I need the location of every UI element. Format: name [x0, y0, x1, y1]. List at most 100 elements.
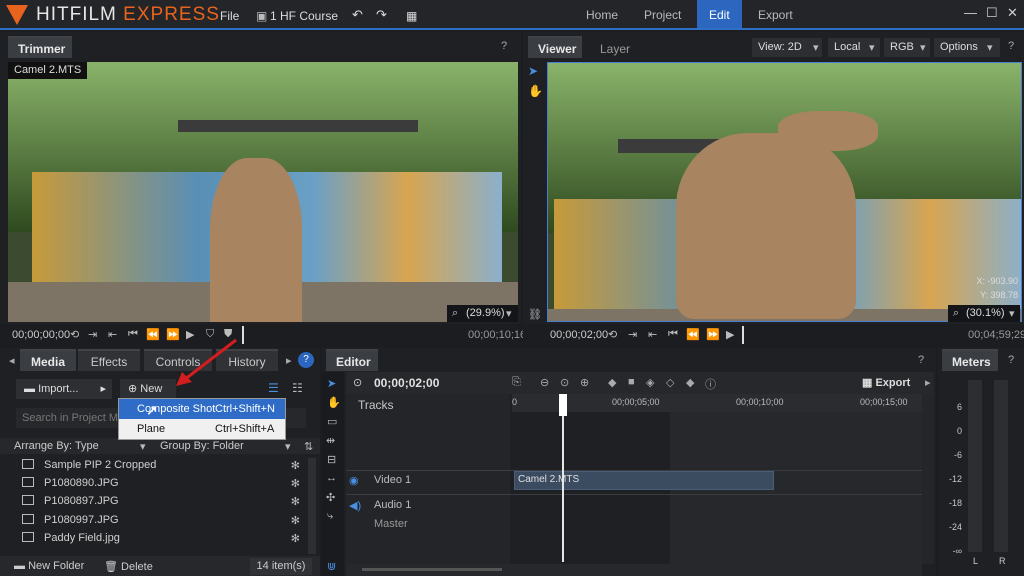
hand-tool-icon[interactable]: ✋	[327, 396, 341, 409]
nav-project[interactable]: Project	[632, 0, 693, 28]
step-forward-icon[interactable]: ⏩	[706, 328, 720, 341]
trimmer-playhead[interactable]	[242, 326, 244, 344]
loop-icon[interactable]: ⟲	[608, 328, 617, 341]
list-item[interactable]: Paddy Field.jpg ✻	[22, 532, 312, 550]
list-view-icon[interactable]: ☰	[268, 381, 279, 395]
go-start-icon[interactable]: ⏮	[668, 328, 678, 341]
hand-tool-icon[interactable]: ✋	[528, 84, 543, 98]
tab-editor[interactable]: Editor	[326, 349, 378, 371]
save-icon[interactable]: ▣	[256, 9, 267, 23]
roll-tool-icon[interactable]: ✣	[326, 491, 335, 504]
gear-icon[interactable]: ✻	[291, 532, 300, 545]
step-back-icon[interactable]: ⏪	[686, 328, 700, 341]
gear-icon[interactable]: ✻	[291, 477, 300, 490]
play-icon[interactable]: ▶	[726, 328, 734, 341]
chevron-right-icon[interactable]: ▸	[925, 376, 931, 389]
gear-icon[interactable]: ✻	[291, 514, 300, 527]
redo-icon[interactable]: ↷	[376, 7, 387, 23]
insert-icon[interactable]: ⇥	[628, 328, 637, 341]
marker-in-icon[interactable]: ◈	[646, 376, 654, 389]
close-icon[interactable]: ✕	[1007, 5, 1018, 21]
nav-edit[interactable]: Edit	[697, 0, 742, 28]
info-icon[interactable]: ⓘ	[705, 376, 716, 392]
marker-all-icon[interactable]: ◆	[686, 376, 694, 389]
minimize-icon[interactable]: —	[964, 5, 977, 20]
rate-tool-icon[interactable]: ⤷	[327, 510, 333, 523]
ripple-tool-icon[interactable]: ↔	[326, 472, 337, 484]
select-tool-icon[interactable]: ➤	[327, 377, 336, 390]
gear-icon[interactable]: ✻	[291, 459, 300, 472]
razor-tool-icon[interactable]: ▭	[327, 415, 337, 428]
chevron-down-icon[interactable]: ▾	[920, 41, 926, 54]
project-name[interactable]: 1 HF Course	[270, 9, 338, 23]
chevron-down-icon[interactable]: ▾	[1009, 307, 1015, 320]
menu-item-plane[interactable]: Plane Ctrl+Shift+A	[119, 419, 285, 439]
insert-icon[interactable]: ⇥	[88, 328, 97, 341]
tab-media[interactable]: Media	[20, 349, 76, 371]
scroll-left-icon[interactable]: ◂	[9, 354, 15, 367]
go-start-icon[interactable]: ⏮	[128, 328, 138, 341]
group-select[interactable]: Group By: Folder	[160, 440, 244, 452]
timeline-playhead[interactable]	[562, 394, 564, 562]
nav-export[interactable]: Export	[746, 0, 805, 28]
key-icon[interactable]: ⊙	[560, 376, 569, 389]
stop-icon[interactable]: ■	[628, 376, 635, 388]
chevron-down-icon[interactable]: ▾	[813, 41, 819, 54]
viewer-zoom[interactable]: (30.1%)	[966, 307, 1005, 319]
list-item[interactable]: P1080897.JPG ✻	[22, 495, 312, 513]
list-item[interactable]: P1080890.JPG ✻	[22, 477, 312, 495]
chevron-down-icon[interactable]: ▾	[987, 41, 993, 54]
nav-home[interactable]: Home	[574, 0, 630, 28]
chevron-down-icon[interactable]: ▾	[869, 41, 875, 54]
marker-icon[interactable]: ◆	[608, 376, 616, 389]
view-select[interactable]: View: 2D	[752, 38, 822, 57]
overlay-icon[interactable]: ⇤	[648, 328, 657, 341]
snap-icon[interactable]: ⋓	[327, 560, 336, 573]
gear-icon[interactable]: ✻	[291, 495, 300, 508]
delete-button[interactable]: 🗑 Delete	[104, 560, 153, 573]
scroll-right-icon[interactable]: ▸	[286, 354, 292, 367]
arrange-select[interactable]: Arrange By: Type	[14, 440, 99, 452]
loop-icon[interactable]: ⟲	[70, 328, 79, 341]
grid-layout-icon[interactable]: ▦	[406, 9, 417, 23]
help-icon[interactable]: ?	[918, 354, 924, 366]
help-icon[interactable]: ?	[501, 40, 507, 52]
export-button[interactable]: ▦ Export	[862, 376, 910, 389]
new-folder-button[interactable]: ▬ New Folder	[14, 560, 84, 572]
next-key-icon[interactable]: ⊕	[580, 376, 589, 389]
chevron-down-icon[interactable]: ▾	[285, 440, 291, 453]
render-icon[interactable]: ⎘	[512, 376, 521, 389]
step-back-icon[interactable]: ⏪	[146, 328, 160, 341]
eye-icon[interactable]: ◉	[349, 474, 359, 487]
prev-key-icon[interactable]: ⊖	[540, 376, 549, 389]
undo-icon[interactable]: ↶	[352, 7, 363, 23]
help-icon[interactable]: ?	[1008, 354, 1014, 366]
slide-tool-icon[interactable]: ⊟	[327, 453, 336, 466]
chevron-down-icon[interactable]: ▾	[140, 440, 146, 453]
tab-layer[interactable]: Layer	[589, 36, 641, 58]
help-icon[interactable]: ?	[298, 352, 314, 368]
link-icon[interactable]: ⛓	[528, 308, 542, 321]
new-button[interactable]: ⊕ New	[120, 379, 176, 399]
trimmer-zoom[interactable]: (29.9%)	[466, 307, 505, 319]
viewer-video[interactable]	[547, 62, 1022, 322]
import-button[interactable]: ▬ Import... ▸	[16, 379, 112, 399]
playhead-handle[interactable]	[559, 394, 567, 416]
marker-out-icon[interactable]: ◇	[666, 376, 674, 389]
list-item[interactable]: Sample PIP 2 Cropped ✻	[22, 459, 312, 477]
list-item[interactable]: P1080997.JPG ✻	[22, 514, 312, 532]
tab-meters[interactable]: Meters	[942, 349, 998, 371]
detail-view-icon[interactable]: ☷	[292, 381, 303, 395]
sort-az-icon[interactable]: ⇅	[304, 440, 313, 453]
slip-tool-icon[interactable]: ⇹	[326, 434, 335, 447]
chevron-down-icon[interactable]: ▾	[506, 307, 512, 320]
media-scrollbar[interactable]	[308, 458, 316, 554]
help-icon[interactable]: ?	[1008, 40, 1014, 52]
trimmer-video[interactable]	[8, 62, 518, 322]
tab-trimmer[interactable]: Trimmer	[8, 36, 72, 58]
tab-viewer[interactable]: Viewer	[528, 36, 582, 58]
select-tool-icon[interactable]: ➤	[528, 64, 538, 78]
maximize-icon[interactable]: ☐	[986, 5, 998, 21]
viewer-playhead[interactable]	[742, 326, 744, 344]
menu-item-composite-shot[interactable]: Composite Shot Ctrl+Shift+N	[119, 399, 285, 419]
